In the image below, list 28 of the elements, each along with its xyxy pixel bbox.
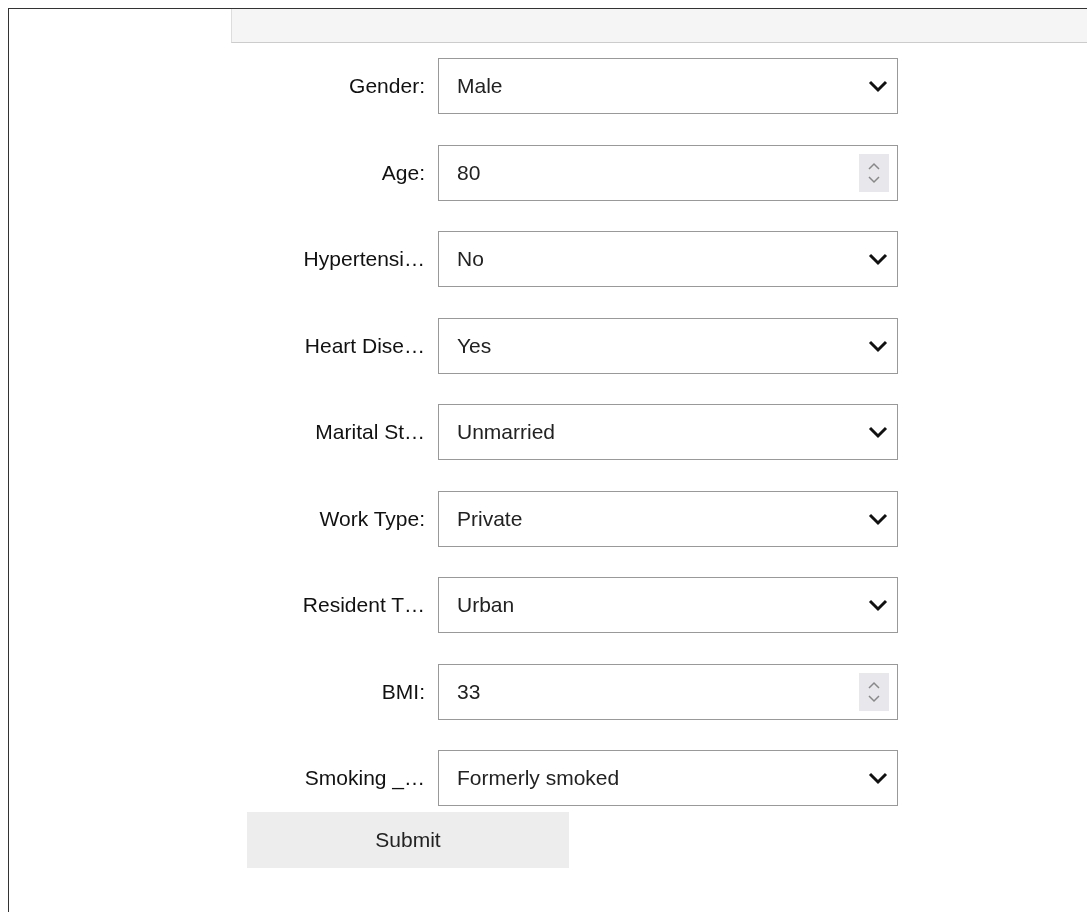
- field-label: Age:: [380, 160, 425, 185]
- field-label: Smoking _…: [303, 766, 425, 790]
- dropdown[interactable]: Urban: [438, 577, 898, 633]
- field-label: Heart Dise…: [303, 333, 425, 358]
- chevron-down-icon: [867, 511, 889, 526]
- field-label: Marital St…: [314, 420, 425, 444]
- submit-button[interactable]: Submit: [247, 811, 569, 868]
- dropdown[interactable]: Yes: [438, 317, 898, 374]
- spinner-icon[interactable]: [859, 672, 889, 711]
- chevron-down-icon: [867, 338, 889, 353]
- dropdown[interactable]: No: [438, 231, 898, 287]
- field-label: BMI:: [380, 679, 425, 704]
- field-label: Work Type:: [318, 506, 425, 531]
- chevron-down-icon: [867, 252, 889, 266]
- chevron-down-icon: [867, 79, 889, 93]
- field-label: Gender:: [348, 74, 425, 98]
- dropdown[interactable]: Private: [438, 490, 898, 547]
- field-label: Resident T…: [301, 593, 425, 617]
- chevron-down-icon: [867, 425, 889, 439]
- number-field[interactable]: 33: [438, 663, 898, 720]
- chevron-down-icon: [867, 771, 889, 785]
- spinner-icon[interactable]: [859, 153, 889, 192]
- dropdown[interactable]: Unmarried: [438, 404, 898, 460]
- field-label: Hypertensi…: [302, 247, 425, 271]
- dropdown[interactable]: Male: [438, 58, 898, 114]
- chevron-down-icon: [867, 598, 889, 612]
- dropdown[interactable]: Formerly smoked: [438, 750, 898, 806]
- number-field[interactable]: 80: [438, 144, 898, 201]
